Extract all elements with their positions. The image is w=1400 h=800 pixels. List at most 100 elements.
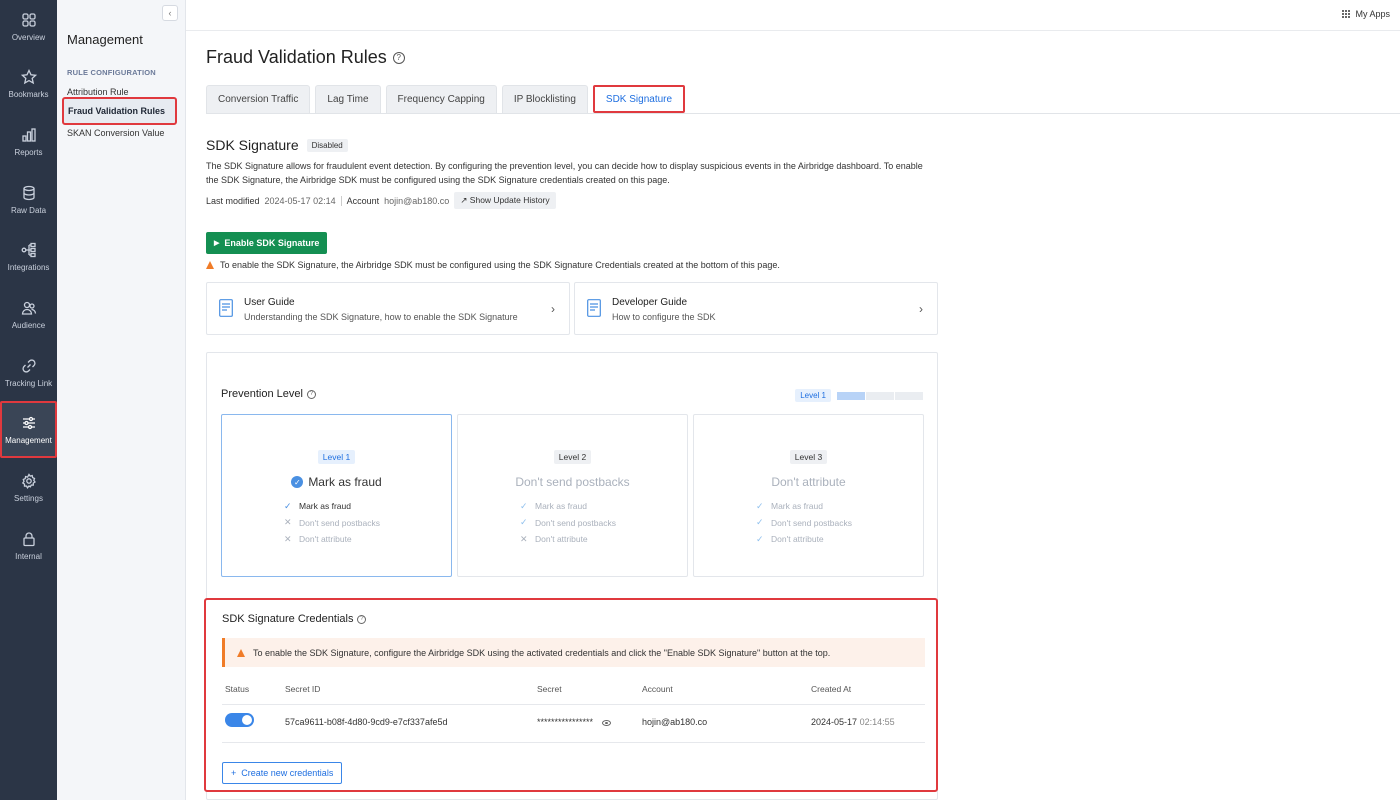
list-item: ✓ Mark as fraud [756, 498, 852, 515]
audience-icon [21, 301, 36, 315]
check-icon: ✓ [520, 517, 528, 528]
user-guide-card[interactable]: User Guide Understanding the SDK Signatu… [206, 282, 570, 335]
prevention-level-title: Prevention Level ? [221, 388, 316, 400]
sdk-description: The SDK Signature allows for fraudulent … [206, 161, 923, 185]
feature-text: Don't attribute [299, 534, 352, 545]
column-header-created-at: Created At [811, 684, 852, 694]
last-modified-row: Last modified 2024-05-17 02:14 Account h… [206, 192, 556, 209]
bar-chart-icon [21, 128, 36, 142]
developer-guide-card[interactable]: Developer Guide How to configure the SDK… [574, 282, 938, 335]
list-item: ✕ Don't attribute [284, 531, 380, 548]
eye-icon[interactable] [601, 719, 611, 726]
create-new-credentials-button[interactable]: + Create new credentials [222, 762, 343, 784]
warning-icon [237, 648, 245, 657]
feature-text: Don't send postbacks [771, 517, 853, 528]
tab-ip-blocklisting[interactable]: IP Blocklisting [501, 85, 588, 113]
column-header-secret-id: Secret ID [285, 684, 321, 694]
tab-conversion-traffic[interactable]: Conversion Traffic [206, 85, 311, 113]
created-time: 02:14:55 [859, 717, 895, 727]
status-toggle[interactable] [225, 713, 254, 727]
tab-frequency-capping[interactable]: Frequency Capping [385, 85, 497, 113]
subnav-title: Management [67, 32, 143, 47]
help-icon[interactable]: ? [306, 389, 316, 399]
subnav-item-fraud-validation-rules[interactable]: Fraud Validation Rules [62, 97, 177, 125]
sdk-section-title: SDK Signature Disabled [206, 137, 348, 153]
level-1-card[interactable]: Level 1 ✓ Mark as fraud ✓ Mark as fraud ✕… [221, 414, 452, 577]
table-divider [222, 704, 925, 705]
rail-item-integrations[interactable]: Integrations [0, 230, 57, 286]
rail-item-tracking-link[interactable]: Tracking Link [0, 346, 57, 402]
tab-lag-time[interactable]: Lag Time [315, 85, 381, 113]
enable-sdk-signature-button[interactable]: ▶ Enable SDK Signature [206, 232, 328, 254]
level-2-card[interactable]: Level 2 Don't send postbacks ✓ Mark as fr… [457, 414, 688, 577]
help-icon[interactable]: ? [357, 614, 367, 624]
page-title-text: Fraud Validation Rules [206, 47, 387, 67]
feature-text: Don't attribute [771, 534, 824, 545]
x-icon: ✕ [284, 533, 292, 544]
column-header-account: Account [642, 684, 673, 694]
icon-rail: Overview Bookmarks Reports Raw Data Inte… [0, 0, 57, 800]
credentials-warning-text: To enable the SDK Signature, configure t… [253, 647, 831, 658]
rail-item-settings[interactable]: Settings [0, 461, 57, 517]
feature-text: Don't attribute [535, 534, 588, 545]
tab-sdk-signature[interactable]: SDK Signature [592, 85, 686, 113]
show-update-history-button[interactable]: ↗ Show Update History [454, 192, 556, 209]
my-apps-label: My Apps [1355, 9, 1390, 19]
collapse-sidebar-button[interactable]: ‹ [162, 5, 178, 21]
level-title-text: Don't send postbacks [515, 475, 630, 489]
list-item: ✓ Don't send postbacks [520, 515, 616, 532]
subnav-item-attribution-rule[interactable]: Attribution Rule [67, 87, 129, 97]
feature-text: Don't send postbacks [299, 517, 381, 528]
check-icon: ✓ [756, 533, 764, 544]
rail-item-internal[interactable]: Internal [0, 519, 57, 575]
lock-icon [22, 532, 35, 547]
level-3-card[interactable]: Level 3 Don't attribute ✓ Mark as fraud ✓… [693, 414, 924, 577]
check-circle-icon: ✓ [291, 476, 304, 488]
rail-item-raw-data[interactable]: Raw Data [0, 173, 57, 229]
rail-label: Internal [15, 552, 42, 561]
tabs-divider [206, 113, 1400, 114]
help-icon[interactable]: ? [392, 51, 405, 64]
last-modified-label: Last modified [206, 195, 260, 206]
x-icon: ✕ [520, 533, 528, 544]
rail-item-management[interactable]: Management [0, 401, 57, 458]
level-title-text: Mark as fraud [308, 475, 382, 489]
account-value: hojin@ab180.co [384, 195, 450, 206]
rail-item-overview[interactable]: Overview [0, 0, 57, 56]
plus-icon: + [231, 768, 237, 778]
document-icon [587, 299, 601, 317]
secret-value: **************** [537, 717, 611, 727]
rail-item-audience[interactable]: Audience [0, 288, 57, 344]
my-apps-button[interactable]: My Apps [1342, 9, 1390, 19]
warning-icon [206, 261, 214, 269]
chevron-right-icon: › [919, 302, 923, 316]
feature-text: Mark as fraud [771, 501, 823, 512]
subnav-section-label: RULE CONFIGURATION [67, 68, 156, 77]
feature-text: Mark as fraud [535, 501, 587, 512]
guide-title: User Guide [244, 297, 295, 308]
subnav-item-skan-conversion-value[interactable]: SKAN Conversion Value [67, 128, 164, 138]
guide-subtitle: Understanding the SDK Signature, how to … [244, 312, 518, 322]
created-at-value: 2024-05-17 02:14:55 [811, 717, 895, 727]
database-icon [22, 185, 35, 201]
rail-label: Overview [11, 33, 46, 42]
main-content: Fraud Validation Rules ? Conversion Traf… [186, 31, 1400, 800]
created-date: 2024-05-17 [811, 717, 858, 727]
rail-label: Integrations [7, 263, 50, 272]
credentials-section: SDK Signature Credentials ? To enable th… [204, 598, 938, 792]
masked-secret: **************** [537, 717, 594, 727]
level-feature-list: ✓ Mark as fraud ✓ Don't send postbacks ✕ Do… [520, 498, 616, 548]
tab-bar: Conversion Traffic Lag Time Frequency Ca… [206, 85, 686, 113]
rail-label: Raw Data [10, 206, 47, 215]
create-credentials-label: Create new credentials [241, 768, 334, 778]
list-item: ✕ Don't attribute [520, 531, 616, 548]
enable-button-label: Enable SDK Signature [224, 238, 320, 248]
rail-label: Bookmarks [8, 90, 49, 99]
apps-grid-icon [1342, 9, 1351, 19]
enable-warning-text: To enable the SDK Signature, the Airbrid… [220, 260, 780, 270]
grid-icon [21, 13, 36, 27]
rail-item-reports[interactable]: Reports [0, 115, 57, 171]
check-icon: ✓ [756, 500, 764, 511]
level-title-text: Don't attribute [771, 475, 846, 489]
rail-item-bookmarks[interactable]: Bookmarks [0, 57, 57, 113]
